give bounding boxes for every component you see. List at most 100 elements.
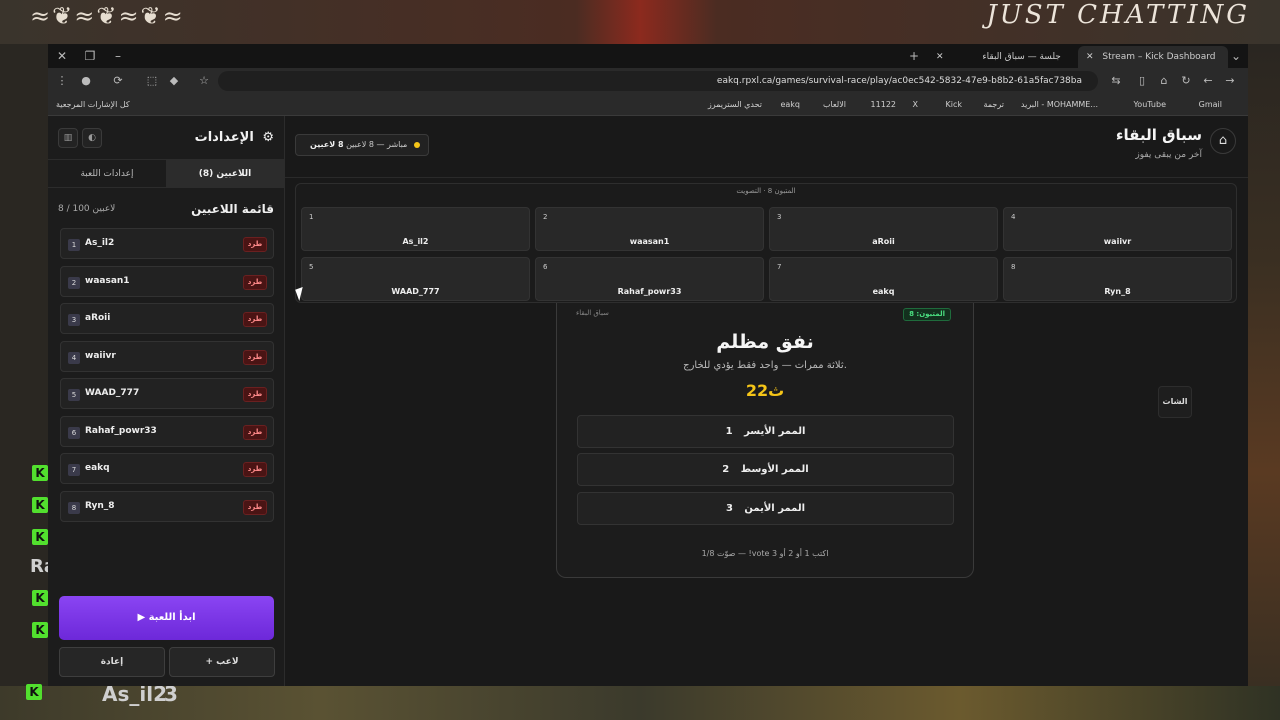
kick-icon: K xyxy=(32,497,48,513)
contestant-cell: 4 waiivr xyxy=(1003,207,1232,251)
cell-number: 5 xyxy=(309,263,314,271)
player-row: 3 aRoii طرد xyxy=(60,303,274,334)
discord-icon[interactable]: ◆ xyxy=(166,73,182,89)
cell-name: Rahaf_powr33 xyxy=(617,287,682,296)
kick-player-button[interactable]: طرد xyxy=(243,425,267,440)
player-row: 4 waiivr طرد xyxy=(60,341,274,372)
close-tab-icon[interactable]: ✕ xyxy=(1086,52,1094,62)
kick-player-button[interactable]: طرد xyxy=(243,237,267,252)
player-number: 8 xyxy=(68,502,80,514)
player-number: 4 xyxy=(68,352,80,364)
stream-backdrop-bottom xyxy=(0,686,1280,720)
restore-window-icon[interactable]: ❐ xyxy=(82,48,98,64)
reset-button[interactable]: إعادة xyxy=(59,647,165,677)
vote-instructions: صوّت 1/8 — !vote اكتب 1 أو 2 أو 3 xyxy=(701,549,829,558)
sidebar-title-text: الإعدادات xyxy=(194,130,254,145)
bookmark-11122[interactable]: 11122 xyxy=(871,100,896,109)
contestant-cell: 2 waasan1 xyxy=(535,207,764,251)
menu-icon[interactable]: ⋮ xyxy=(54,73,70,89)
game-title: سباق البقاء xyxy=(1115,126,1202,144)
kick-icon: K xyxy=(32,529,48,545)
bookmark-games[interactable]: الالعاب xyxy=(823,100,846,109)
live-status-badge: مباشر — 8 لاعبين 8 لاعبين xyxy=(295,134,429,156)
bookmark-youtube[interactable]: YouTube xyxy=(1133,100,1166,109)
cell-name: As_il2 xyxy=(402,237,429,246)
contestant-cell: 3 aRoii xyxy=(769,207,998,251)
tab-game-settings[interactable]: إعدادات اللعبة xyxy=(48,160,166,188)
sidebar-title: الإعدادات ⚙ xyxy=(195,130,274,145)
tab-players[interactable]: اللاعبين (8) xyxy=(166,160,284,188)
bookmark-kick[interactable]: Kick xyxy=(946,100,963,109)
ornament-decoration: ≈❦≈❦≈❦≈ xyxy=(30,2,185,30)
kick-icon: K xyxy=(32,590,48,606)
contestant-cell: 1 As_il2 xyxy=(301,207,530,251)
reload-icon[interactable]: ↻ xyxy=(1178,73,1194,89)
tab-label: جلسة — سباق البقاء xyxy=(982,52,1061,62)
player-row: 2 waasan1 طرد xyxy=(60,266,274,297)
game-page: الإعدادات ⚙ ▥ ◐ اللاعبين (8) إعدادات الل… xyxy=(48,116,1248,686)
option-right-path[interactable]: الممر الأيمن 3 xyxy=(577,492,954,525)
layout-toggle-button[interactable]: ▥ xyxy=(58,128,78,148)
bookmark-translate[interactable]: ترجمة xyxy=(984,100,1005,109)
extension-icon[interactable]: ⟳ xyxy=(110,73,126,89)
kick-player-button[interactable]: طرد xyxy=(243,350,267,365)
bookmark-all[interactable]: كل الإشارات المرجعية xyxy=(56,100,130,109)
sidebar-tabs: اللاعبين (8) إعدادات اللعبة xyxy=(48,160,284,188)
option-middle-path[interactable]: الممر الأوسط 2 xyxy=(577,453,954,486)
tab-kick-dashboard[interactable]: ✕ Stream – Kick Dashboard xyxy=(1078,46,1228,68)
question-title: نفق مظلم xyxy=(716,331,814,353)
home-icon[interactable]: ⌂ xyxy=(1210,128,1236,154)
bookmark-eakq[interactable]: eakq xyxy=(780,100,800,109)
url-text: eakq.rpxl.ca/games/survival-race/play/ac… xyxy=(716,76,1082,86)
kick-player-button[interactable]: طرد xyxy=(243,387,267,402)
extensions-icon[interactable]: ⬚ xyxy=(144,73,160,89)
home-icon[interactable]: ⌂ xyxy=(1156,73,1172,89)
theme-toggle-button[interactable]: ◐ xyxy=(82,128,102,148)
kick-player-button[interactable]: طرد xyxy=(243,312,267,327)
forward-icon[interactable]: ← xyxy=(1200,73,1216,89)
countdown-timer: 22ث xyxy=(745,381,785,400)
cell-number: 4 xyxy=(1011,213,1016,221)
player-number: 7 xyxy=(68,464,80,476)
option-label: الممر الأوسط xyxy=(740,464,809,475)
cell-number: 3 xyxy=(777,213,782,221)
side-panel-icon[interactable]: ▯ xyxy=(1134,73,1150,89)
kick-player-button[interactable]: طرد xyxy=(243,500,267,515)
bookmark-star-icon[interactable]: ☆ xyxy=(196,73,212,89)
bookmark-gmail[interactable]: Gmail xyxy=(1199,100,1222,109)
tab-search-icon[interactable]: ⌄ xyxy=(1228,48,1244,64)
back-icon[interactable]: → xyxy=(1222,73,1238,89)
player-number: 6 xyxy=(68,427,80,439)
close-tab-icon[interactable]: ✕ xyxy=(936,52,944,62)
start-game-button[interactable]: ▶ ابدأ اللعبة xyxy=(59,596,274,640)
player-number: 1 xyxy=(68,239,80,251)
player-name: waiivr xyxy=(85,351,116,361)
game-subtitle: آخر من يبقى يفوز xyxy=(1135,150,1202,160)
kick-player-button[interactable]: طرد xyxy=(243,275,267,290)
site-settings-icon[interactable]: ⇆ xyxy=(1108,73,1124,89)
contestant-cell: 5 WAAD_777 xyxy=(301,257,530,301)
url-field[interactable]: eakq.rpxl.ca/games/survival-race/play/ac… xyxy=(218,71,1098,91)
close-window-icon[interactable]: ✕ xyxy=(54,48,70,64)
live-dot-icon xyxy=(413,141,420,148)
chat-toggle-button[interactable]: الشات xyxy=(1158,386,1192,418)
cell-name: aRoii xyxy=(872,237,895,246)
player-name: aRoii xyxy=(85,313,111,323)
stream-backdrop-right xyxy=(1248,44,1280,686)
bookmark-x[interactable]: X xyxy=(913,100,918,109)
bookmark-streamers-challenge[interactable]: تحدي الستريمرز xyxy=(708,100,762,109)
cell-name: WAAD_777 xyxy=(391,287,440,296)
profile-avatar[interactable]: ● xyxy=(78,73,94,89)
kick-player-button[interactable]: طرد xyxy=(243,462,267,477)
option-left-path[interactable]: الممر الأيسر 1 xyxy=(577,415,954,448)
bookmark-mail[interactable]: البريد - MOHAMME... xyxy=(1021,100,1098,109)
new-tab-icon[interactable]: + xyxy=(906,48,922,64)
question-description: ثلاثة ممرات — واحد فقط يؤدي للخارج. xyxy=(683,360,847,371)
tab-game-session[interactable]: ✕ جلسة — سباق البقاء xyxy=(928,46,1076,68)
add-player-button[interactable]: + لاعب xyxy=(169,647,275,677)
cell-name: waiivr xyxy=(1103,237,1132,246)
category-stamp: JUST CHATTING xyxy=(986,0,1250,30)
minimize-window-icon[interactable]: – xyxy=(110,48,126,64)
player-name: As_il2 xyxy=(85,238,115,248)
contestant-cell: 6 Rahaf_powr33 xyxy=(535,257,764,301)
